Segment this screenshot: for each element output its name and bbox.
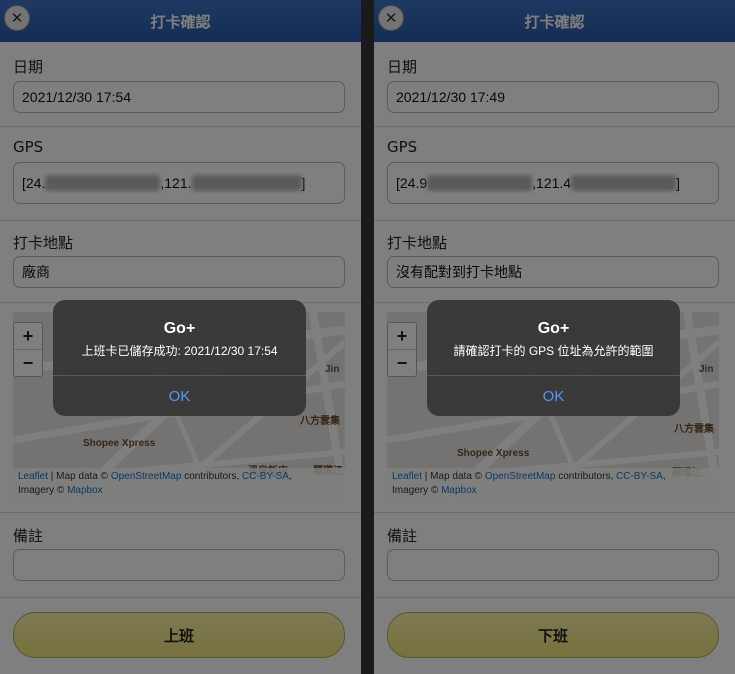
alert-dialog: Go+ 上班卡已儲存成功: 2021/12/30 17:54 OK (53, 300, 306, 416)
alert-dialog: Go+ 請確認打卡的 GPS 位址為允許的範圍 OK (427, 300, 680, 416)
alert-message: 請確認打卡的 GPS 位址為允許的範圍 (453, 344, 654, 358)
checkin-panel-left: ✕ 打卡確認 日期 2021/12/30 17:54 GPS [24. ,121… (0, 0, 361, 674)
alert-message: 上班卡已儲存成功: 2021/12/30 17:54 (81, 344, 278, 358)
alert-ok-button[interactable]: OK (53, 376, 306, 416)
alert-title: Go+ (537, 320, 570, 337)
checkin-panel-right: ✕ 打卡確認 日期 2021/12/30 17:49 GPS [24.9 ,12… (374, 0, 735, 674)
alert-title: Go+ (163, 320, 196, 337)
alert-ok-button[interactable]: OK (427, 376, 680, 416)
